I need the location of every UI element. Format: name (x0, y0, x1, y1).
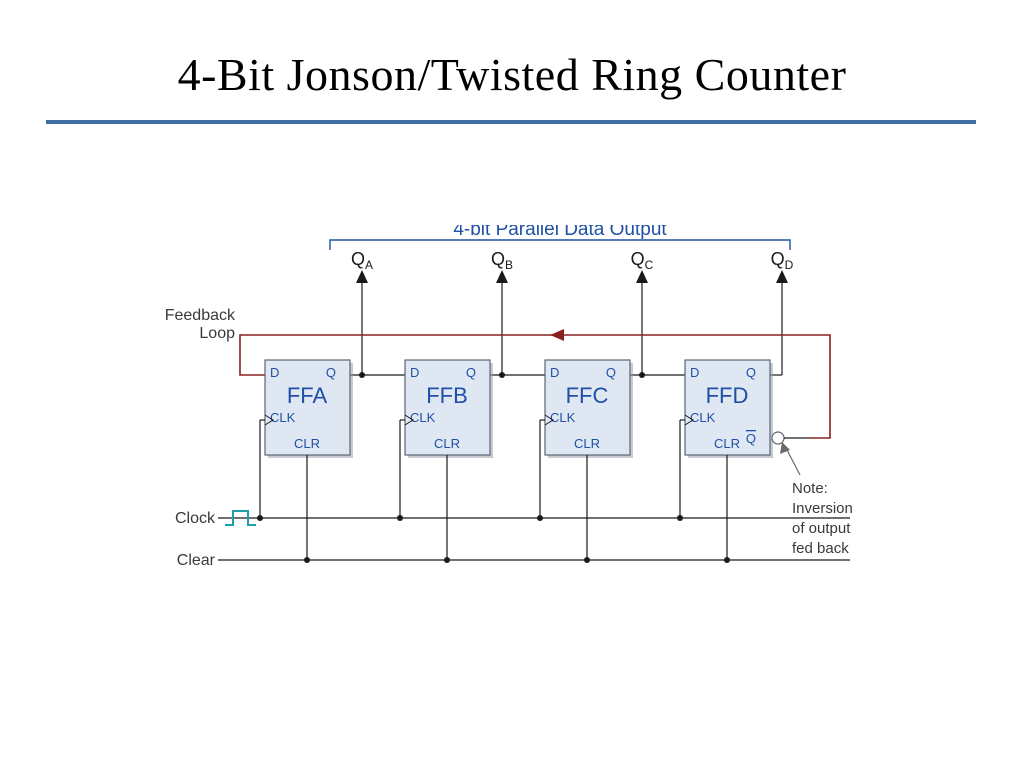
feedback-arrow (550, 329, 564, 341)
ffa-pin-clk: CLK (270, 410, 296, 425)
ffb-pin-q: Q (466, 365, 476, 380)
ffd-name: FFD (706, 383, 749, 408)
note-lead: Note: (792, 480, 828, 497)
clk-junction-c (537, 515, 543, 521)
diagram-svg: 4-bit Parallel Data Output QA QB QC QD F… (130, 225, 900, 645)
title-underline (46, 120, 976, 124)
ffb-pin-clr: CLR (434, 436, 460, 451)
clr-junction-c (584, 557, 590, 563)
note-l1: Inversion (792, 500, 853, 517)
ffa-pin-clr: CLR (294, 436, 320, 451)
ffd-pin-d: D (690, 365, 699, 380)
ffc-pin-q: Q (606, 365, 616, 380)
ffd-pin-clk: CLK (690, 410, 716, 425)
ffc-pin-clk: CLK (550, 410, 576, 425)
ffd-pin-qbar: Q (746, 431, 756, 446)
output-label-qd: QD (771, 249, 794, 272)
clk-junction-b (397, 515, 403, 521)
ffc-pin-d: D (550, 365, 559, 380)
clk-junction-d (677, 515, 683, 521)
output-bracket (330, 240, 790, 250)
output-label-qa: QA (351, 249, 373, 272)
ffb-pin-clk: CLK (410, 410, 436, 425)
ffb-name: FFB (426, 383, 468, 408)
ffb-pin-d: D (410, 365, 419, 380)
note-leader (786, 448, 800, 475)
circuit-diagram: 4-bit Parallel Data Output QA QB QC QD F… (130, 225, 900, 625)
clear-label: Clear (177, 552, 216, 569)
ffd-pin-q: Q (746, 365, 756, 380)
ffa-pin-q: Q (326, 365, 336, 380)
feedback-label-2: Loop (199, 325, 235, 342)
ffa-pin-d: D (270, 365, 279, 380)
output-label-qb: QB (491, 249, 513, 272)
note-l3: fed back (792, 540, 849, 557)
parallel-output-label: 4-bit Parallel Data Output (453, 225, 667, 240)
ffd-pin-clr: CLR (714, 436, 740, 451)
clock-label: Clock (175, 510, 216, 527)
slide-root: 4-Bit Jonson/Twisted Ring Counter 4-bit … (0, 0, 1024, 768)
ffc-pin-clr: CLR (574, 436, 600, 451)
ffc-name: FFC (566, 383, 609, 408)
clr-junction-d (724, 557, 730, 563)
clr-junction-a (304, 557, 310, 563)
note-l2: of output (792, 520, 851, 537)
feedback-label-1: Feedback (165, 307, 236, 324)
slide-title: 4-Bit Jonson/Twisted Ring Counter (0, 48, 1024, 101)
clk-junction-a (257, 515, 263, 521)
clr-junction-b (444, 557, 450, 563)
output-label-qc: QC (631, 249, 654, 272)
ffa-name: FFA (287, 383, 328, 408)
